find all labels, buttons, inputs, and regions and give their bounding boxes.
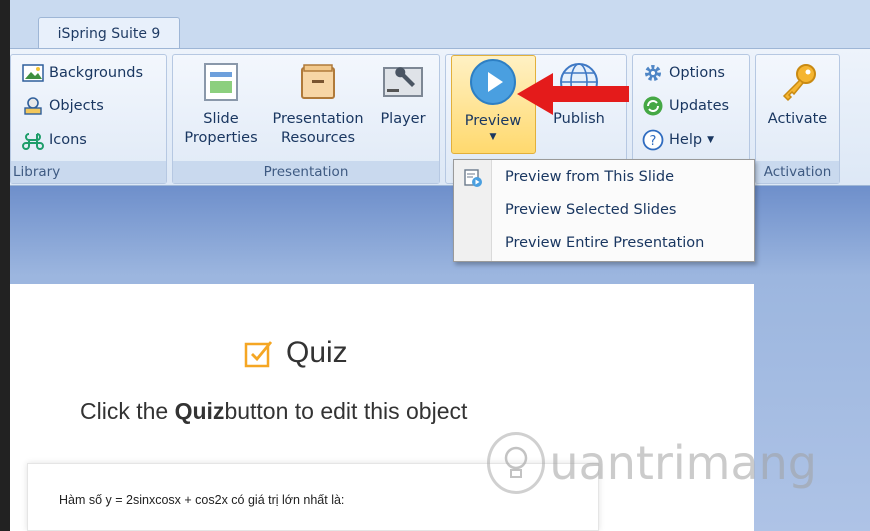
tab-ispring-suite[interactable]: iSpring Suite 9 [38, 17, 180, 49]
icons-button[interactable]: Icons [22, 127, 87, 153]
slide-properties-button[interactable]: Slide Properties [180, 60, 262, 148]
menu-item-preview-selected-slides[interactable]: Preview Selected Slides [505, 197, 676, 223]
svg-text:?: ? [650, 134, 657, 149]
group-presentation-label: Presentation [173, 161, 439, 183]
quiz-subtitle-before: Click the [80, 398, 169, 424]
annotation-arrow [517, 73, 629, 115]
help-label: Help [669, 132, 703, 148]
chevron-down-icon: ▼ [489, 132, 497, 142]
checkbox-checked-icon [244, 341, 273, 368]
help-chevron-down-icon: ▼ [707, 135, 714, 145]
quiz-subtitle-bold: Quiz [174, 398, 225, 424]
objects-button[interactable]: Objects [22, 93, 104, 119]
slide-properties-label-2: Properties [184, 130, 258, 146]
group-library-label: Library [11, 161, 166, 183]
icons-label: Icons [49, 132, 87, 148]
options-label: Options [669, 65, 725, 81]
watermark: uantrimang [487, 428, 817, 498]
backgrounds-button[interactable]: Backgrounds [22, 60, 143, 86]
menu-item-preview-entire-presentation[interactable]: Preview Entire Presentation [505, 230, 704, 256]
key-icon [782, 64, 816, 102]
player-label: Player [380, 111, 426, 127]
preview-label: Preview [464, 113, 522, 129]
icons-icon [22, 133, 44, 150]
slide-properties-icon [204, 63, 238, 101]
group-activation-label: Activation [756, 161, 839, 183]
menu-item-preview-from-this-slide[interactable]: Preview from This Slide [505, 164, 674, 190]
help-button[interactable]: ? Help ▼ [642, 127, 714, 153]
lightbulb-icon [487, 432, 546, 494]
play-icon [470, 59, 516, 105]
watermark-text: uantrimang [549, 436, 817, 490]
backgrounds-label: Backgrounds [49, 65, 144, 81]
updates-icon [643, 96, 663, 116]
objects-label: Objects [49, 98, 104, 114]
quiz-title[interactable]: Quiz [244, 333, 348, 373]
question-text: Hàm số y = 2sinxcosx + cos2x có giá trị … [59, 493, 345, 507]
activate-label: Activate [767, 111, 828, 127]
updates-label: Updates [669, 98, 730, 114]
quiz-title-text: Quiz [286, 336, 348, 369]
slide-properties-label-1: Slide [203, 111, 239, 127]
presentation-resources-icon [301, 64, 335, 99]
player-button[interactable]: Player [374, 60, 432, 129]
backgrounds-icon [22, 64, 44, 82]
preview-slide-icon [464, 169, 482, 187]
window-frame-edge [0, 0, 10, 531]
presentation-resources-label-1: Presentation [272, 111, 364, 127]
updates-button[interactable]: Updates [642, 93, 729, 119]
help-icon: ? [642, 129, 664, 151]
presentation-resources-button[interactable]: Presentation Resources [266, 60, 370, 148]
quiz-subtitle-after: button to edit this object [224, 398, 468, 424]
options-button[interactable]: Options [642, 60, 725, 86]
presentation-resources-label-2: Resources [280, 130, 356, 146]
player-icon [383, 67, 423, 97]
gear-icon [645, 65, 661, 81]
activate-button[interactable]: Activate [760, 60, 835, 129]
objects-icon [24, 97, 42, 115]
quiz-subtitle: Click the Quizbutton to edit this object [80, 398, 467, 425]
